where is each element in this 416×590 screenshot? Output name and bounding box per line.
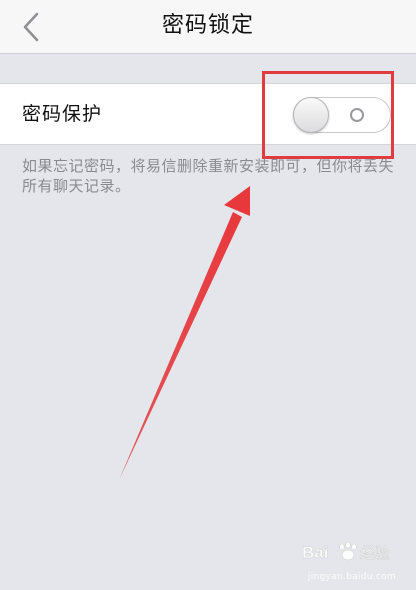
- baidu-jingyan-watermark: Bai 经验: [302, 538, 394, 568]
- svg-text:经验: 经验: [360, 544, 390, 562]
- password-hint-text: 如果忘记密码，将易信删除重新安装即可，但你将丢失所有聊天记录。: [22, 157, 395, 195]
- password-protection-label: 密码保护: [22, 103, 103, 125]
- baidu-paw-logo: Bai 经验: [302, 541, 390, 562]
- annotation-highlight-box: [262, 71, 394, 159]
- page-title: 密码锁定: [161, 13, 254, 38]
- svg-text:Bai: Bai: [302, 543, 328, 562]
- watermark-url: jingyan.baidu.com: [307, 572, 396, 582]
- navigation-bar: 密码锁定: [0, 0, 416, 54]
- arrow-shaft: [119, 212, 242, 480]
